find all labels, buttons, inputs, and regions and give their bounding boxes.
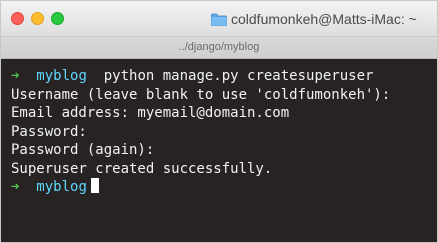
output-line: Superuser created successfully.: [11, 160, 273, 177]
minimize-button[interactable]: [31, 12, 44, 25]
prompt-arrow-icon: ➜: [11, 179, 20, 195]
title-bar[interactable]: coldfumonkeh@Matts-iMac: ~: [1, 1, 437, 37]
prompt-directory: myblog: [36, 68, 87, 84]
current-path: ../django/myblog: [178, 41, 260, 53]
window-title-text: coldfumonkeh@Matts-iMac: ~: [231, 11, 417, 27]
output-line: Username (leave blank to use 'coldfumonk…: [11, 86, 391, 103]
terminal-output[interactable]: ➜ myblog python manage.py createsuperuse…: [1, 59, 437, 242]
command-line: ➜ myblog python manage.py createsuperuse…: [11, 67, 437, 86]
prompt-line[interactable]: ➜ myblog: [11, 178, 437, 197]
folder-icon: [211, 13, 227, 26]
close-button[interactable]: [11, 12, 24, 25]
window-title: coldfumonkeh@Matts-iMac: ~: [211, 10, 417, 28]
output-line: Password:: [11, 123, 87, 140]
output-line: Email address: myemail@domain.com: [11, 105, 290, 121]
prompt-directory: myblog: [36, 179, 87, 195]
command-text: python manage.py createsuperuser: [103, 68, 374, 84]
path-bar: ../django/myblog: [1, 37, 437, 59]
output-line: Password (again):: [11, 142, 155, 158]
text-cursor: [90, 178, 99, 193]
zoom-button[interactable]: [51, 12, 64, 25]
prompt-arrow-icon: ➜: [11, 68, 20, 84]
terminal-window: coldfumonkeh@Matts-iMac: ~ ../django/myb…: [0, 0, 438, 243]
